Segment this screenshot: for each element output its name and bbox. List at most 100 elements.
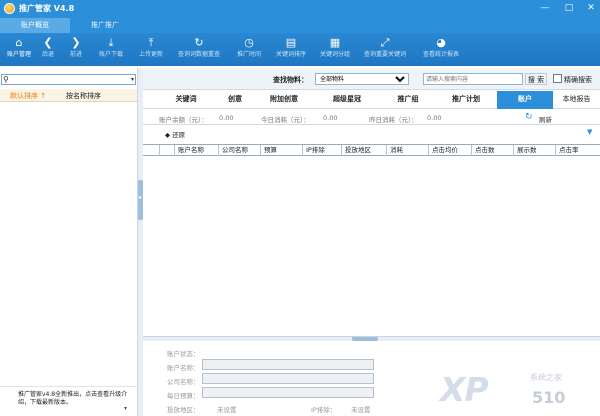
column-ctr[interactable]: 点击率 bbox=[555, 145, 600, 156]
account-status-label: 账户状态： bbox=[167, 350, 200, 358]
column-avg-click-price[interactable]: 点击均价 bbox=[428, 145, 471, 156]
close-icon[interactable]: ✕ bbox=[584, 2, 598, 15]
find-material-label: 查找物料： bbox=[273, 76, 308, 84]
chevron-down-icon[interactable]: ▾ bbox=[131, 75, 134, 84]
column-budget[interactable]: 预算 bbox=[260, 145, 302, 156]
table-body bbox=[143, 156, 600, 336]
account-download-button[interactable]: ⤓ 账户下载 bbox=[94, 36, 128, 64]
column-region[interactable]: 投放地区 bbox=[341, 145, 386, 156]
column-company-name[interactable]: 公司名称 bbox=[218, 145, 260, 156]
filter-bar: 查找物料： 全部物料 搜 索 精确搜索 bbox=[143, 68, 600, 90]
tab-super-star[interactable]: 超级星冠 bbox=[313, 91, 381, 109]
exact-search-checkbox[interactable] bbox=[553, 74, 562, 83]
download-icon: ⤓ bbox=[108, 36, 114, 49]
tab-keyword[interactable]: 关键词 bbox=[157, 91, 215, 109]
expand-icon: ⤢ bbox=[380, 36, 390, 49]
app-logo-icon bbox=[4, 3, 15, 14]
account-name-field bbox=[202, 359, 374, 370]
column-cost[interactable]: 消耗 bbox=[386, 145, 428, 156]
maximize-icon[interactable]: □ bbox=[562, 2, 576, 15]
refresh-icon[interactable]: ↻ bbox=[525, 112, 533, 122]
upgrade-notice: 推广管家v4.8全新推出，点击查看升级介绍，下载最新版本。 ▾ bbox=[0, 386, 137, 416]
left-panel: ⚲ ▾ 默认排序 ↑ 按名称排序 推广管家v4.8全新推出，点击查看升级介绍，下… bbox=[0, 68, 138, 416]
restore-button[interactable]: ◆ 还原 bbox=[165, 129, 185, 139]
pie-icon: ◕ bbox=[436, 36, 446, 49]
yesterday-cost-value: 0.00 bbox=[427, 114, 442, 122]
detail-panel: 账户状态： 账户名称： 公司名称： 每日预算： 投放地区： 未设置 IP排除： … bbox=[143, 342, 600, 416]
table-header: 账户名称 公司名称 预算 IP排除 投放地区 消耗 点击均价 点击数 展示数 点… bbox=[143, 144, 600, 156]
column-account-name[interactable]: 账户名称 bbox=[174, 145, 218, 156]
upload-icon: ⤒ bbox=[148, 36, 154, 49]
top-tab-bar: 账户概览 推广推广 bbox=[0, 17, 600, 33]
account-search-box[interactable]: ⚲ ▾ bbox=[1, 74, 136, 85]
column-index[interactable] bbox=[159, 145, 174, 156]
account-manage-button[interactable]: ⌂ 账户管理 bbox=[2, 36, 36, 64]
company-name-label: 公司名称： bbox=[167, 378, 200, 386]
chevron-left-icon[interactable]: ◂ bbox=[138, 194, 141, 201]
stats-row: 账户余额（元）： 0.00 今日消耗（元）： 0.00 昨日消耗（元）： 0.0… bbox=[143, 110, 600, 125]
search-button[interactable]: 搜 索 bbox=[525, 73, 547, 85]
tab-local-report[interactable]: 本地报告 bbox=[553, 91, 600, 109]
material-select[interactable]: 全部物料 bbox=[315, 73, 409, 85]
keyword-group-button[interactable]: ▦ 关键词分组 bbox=[314, 36, 356, 64]
upload-update-button[interactable]: ⤒ 上传更新 bbox=[134, 36, 168, 64]
column-impressions[interactable]: 展示数 bbox=[513, 145, 555, 156]
balance-value: 0.00 bbox=[219, 114, 234, 122]
query-recheck-button[interactable]: ↻ 查询词数据重查 bbox=[172, 36, 226, 64]
home-icon: ⌂ bbox=[15, 36, 23, 49]
clock-icon: ◷ bbox=[244, 36, 254, 49]
dropdown-triangle-icon[interactable]: ▼ bbox=[587, 128, 592, 136]
daily-budget-label: 每日预算： bbox=[167, 392, 200, 400]
refresh-icon: ↻ bbox=[194, 36, 204, 49]
tab-promotion[interactable]: 推广推广 bbox=[70, 18, 140, 33]
sort-default-button[interactable]: 默认排序 ↑ bbox=[10, 91, 46, 101]
search-icon: ⚲ bbox=[3, 75, 9, 84]
back-button[interactable]: ❮ 后退 bbox=[38, 36, 58, 64]
account-search-input[interactable] bbox=[12, 75, 122, 84]
detail-splitter[interactable] bbox=[143, 336, 600, 341]
sort-row: 默认排序 ↑ 按名称排序 bbox=[0, 89, 137, 102]
column-ip-exclude[interactable]: IP排除 bbox=[302, 145, 341, 156]
forward-button[interactable]: ❯ 前进 bbox=[66, 36, 86, 64]
tab-account[interactable]: 账户 bbox=[497, 91, 553, 109]
account-name-label: 账户名称： bbox=[167, 364, 200, 372]
tab-creative[interactable]: 创意 bbox=[215, 91, 255, 109]
grid-icon: ▦ bbox=[329, 36, 341, 49]
material-tabs: 关键词 创意 附加创意 超级星冠 推广组 推广计划 账户 本地报告 bbox=[143, 91, 600, 109]
keyword-sort-button[interactable]: ▤ 关键词排序 bbox=[270, 36, 312, 64]
company-name-field bbox=[202, 373, 374, 384]
restore-row: ◆ 还原 ▼ bbox=[143, 126, 600, 139]
minimize-icon[interactable]: — bbox=[538, 2, 552, 15]
region-label: 投放地区： bbox=[167, 406, 200, 414]
sort-by-name-button[interactable]: 按名称排序 bbox=[66, 91, 101, 101]
tab-account-overview[interactable]: 账户概览 bbox=[0, 18, 70, 33]
back-icon: ❮ bbox=[43, 36, 53, 49]
balance-label: 账户余额（元）： bbox=[159, 116, 208, 124]
column-select[interactable] bbox=[143, 145, 159, 156]
view-report-button[interactable]: ◕ 查看统计报表 bbox=[414, 36, 468, 64]
collapse-handle[interactable] bbox=[352, 337, 378, 341]
yesterday-cost-label: 昨日消耗（元）： bbox=[369, 116, 418, 124]
refresh-button[interactable]: 刷新 bbox=[539, 114, 552, 124]
forward-icon: ❯ bbox=[71, 36, 81, 49]
upgrade-notice-text[interactable]: 推广管家v4.8全新推出，点击查看升级介绍，下载最新版本。 bbox=[18, 391, 130, 407]
daily-budget-field bbox=[202, 387, 374, 398]
keyword-search-input[interactable] bbox=[423, 73, 523, 85]
exact-search-label: 精确搜索 bbox=[564, 76, 592, 84]
tab-campaign[interactable]: 推广计划 bbox=[435, 91, 497, 109]
chart-icon: ▤ bbox=[285, 36, 297, 49]
query-important-keywords-button[interactable]: ⤢ 查询重要关键词 bbox=[358, 36, 412, 64]
app-title: 推广管家 V4.8 bbox=[19, 4, 75, 13]
toolbar: ⌂ 账户管理 ❮ 后退 ❯ 前进 ⤓ 账户下载 ⤒ 上传更新 ↻ 查询词数据重查… bbox=[0, 33, 600, 66]
ip-exclude-label: IP排除： bbox=[311, 406, 337, 414]
ip-exclude-value: 未设置 bbox=[351, 406, 371, 414]
title-bar: 推广管家 V4.8 — □ ✕ bbox=[0, 0, 600, 17]
column-clicks[interactable]: 点击数 bbox=[471, 145, 513, 156]
region-value: 未设置 bbox=[217, 406, 237, 414]
tab-extra-creative[interactable]: 附加创意 bbox=[255, 91, 313, 109]
today-cost-value: 0.00 bbox=[323, 114, 338, 122]
chevron-down-icon[interactable]: ▾ bbox=[124, 405, 127, 412]
promotion-time-button[interactable]: ◷ 推广时间 bbox=[232, 36, 266, 64]
today-cost-label: 今日消耗（元）： bbox=[261, 116, 310, 124]
tab-ad-group[interactable]: 推广组 bbox=[381, 91, 435, 109]
